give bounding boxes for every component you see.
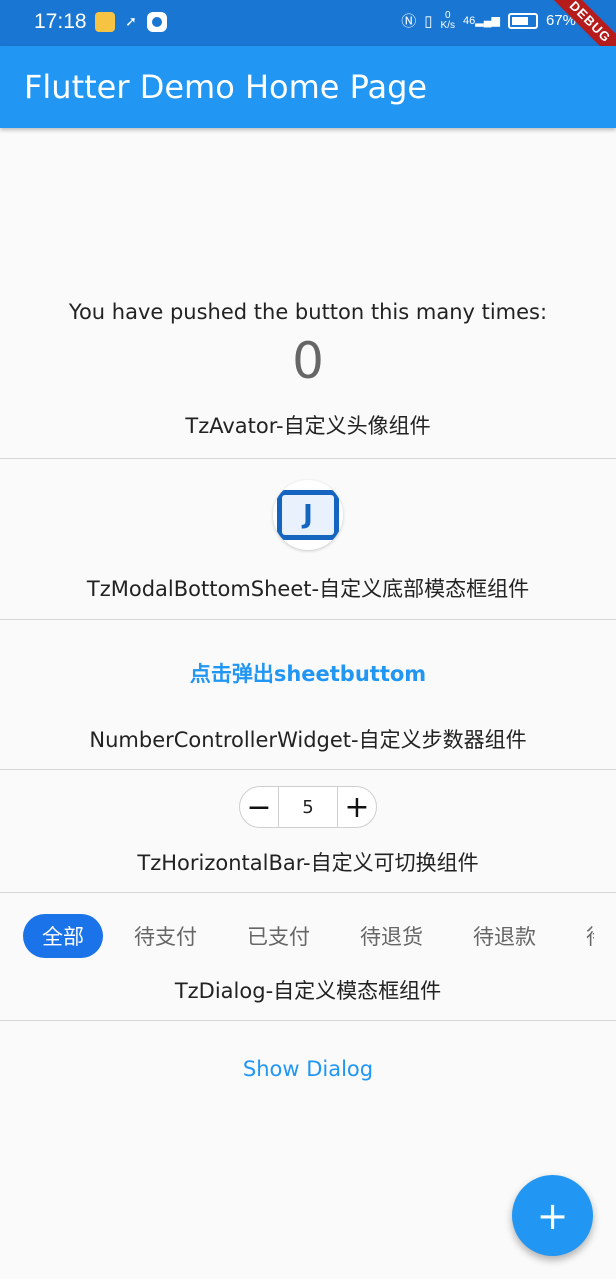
show-dialog-button[interactable]: Show Dialog (0, 1057, 616, 1081)
page-title: Flutter Demo Home Page (24, 68, 428, 106)
system-status: Ⓝ ▯ 0 K/s 46▂▄▆ 67% (401, 10, 576, 31)
app-bar: Flutter Demo Home Page (0, 46, 616, 128)
app-icon (147, 12, 167, 32)
tab-overflow[interactable]: 待 (567, 914, 594, 958)
plus-icon: + (536, 1193, 569, 1238)
quantity-stepper: − 5 + (239, 786, 377, 828)
divider (0, 619, 616, 620)
show-sheet-button[interactable]: 点击弹出sheetbuttom (0, 658, 616, 688)
tab-pending-refund[interactable]: 待退款 (454, 914, 555, 958)
tab-all[interactable]: 全部 (23, 914, 103, 958)
counter-value: 0 (292, 332, 324, 390)
increment-button[interactable]: + (338, 787, 376, 827)
notification-icons: ➚ (95, 12, 167, 32)
signal-icon: 46▂▄▆ (463, 15, 500, 27)
avatar[interactable]: J (273, 480, 343, 550)
modal-section-title: TzModalBottomSheet-自定义底部模态框组件 (86, 577, 530, 601)
net-speed: 0 K/s (440, 10, 455, 31)
divider (0, 1020, 616, 1021)
car-icon (95, 12, 115, 32)
divider (0, 458, 616, 459)
increment-fab[interactable]: + (512, 1175, 593, 1256)
tab-pending-payment[interactable]: 待支付 (115, 914, 216, 958)
divider (0, 892, 616, 893)
avatar-section-title: TzAvator-自定义头像组件 (185, 414, 431, 438)
decrement-button[interactable]: − (240, 787, 278, 827)
divider (0, 769, 616, 770)
plane-icon: ➚ (125, 14, 137, 30)
tab-paid[interactable]: 已支付 (228, 914, 329, 958)
vibrate-icon: ▯ (424, 12, 433, 30)
status-bar: 17:18 ➚ Ⓝ ▯ 0 K/s 46▂▄▆ 67% (0, 0, 616, 46)
avatar-image: J (277, 490, 339, 540)
tab-pending-return[interactable]: 待退货 (341, 914, 442, 958)
stepper-value[interactable]: 5 (278, 787, 338, 827)
net-speed-unit: K/s (440, 19, 455, 31)
number-section-title: NumberControllerWidget-自定义步数器组件 (89, 728, 527, 752)
status-tabs: 全部 待支付 已支付 待退货 待退款 待 (23, 914, 594, 958)
counter-label: You have pushed the button this many tim… (68, 300, 548, 324)
status-time: 17:18 (34, 10, 87, 33)
nfc-icon: Ⓝ (401, 13, 417, 30)
dialog-section-title: TzDialog-自定义模态框组件 (174, 979, 442, 1003)
battery-icon (507, 12, 538, 29)
horizontal-section-title: TzHorizontalBar-自定义可切换组件 (137, 851, 479, 875)
signal-label: 46 (463, 15, 476, 27)
